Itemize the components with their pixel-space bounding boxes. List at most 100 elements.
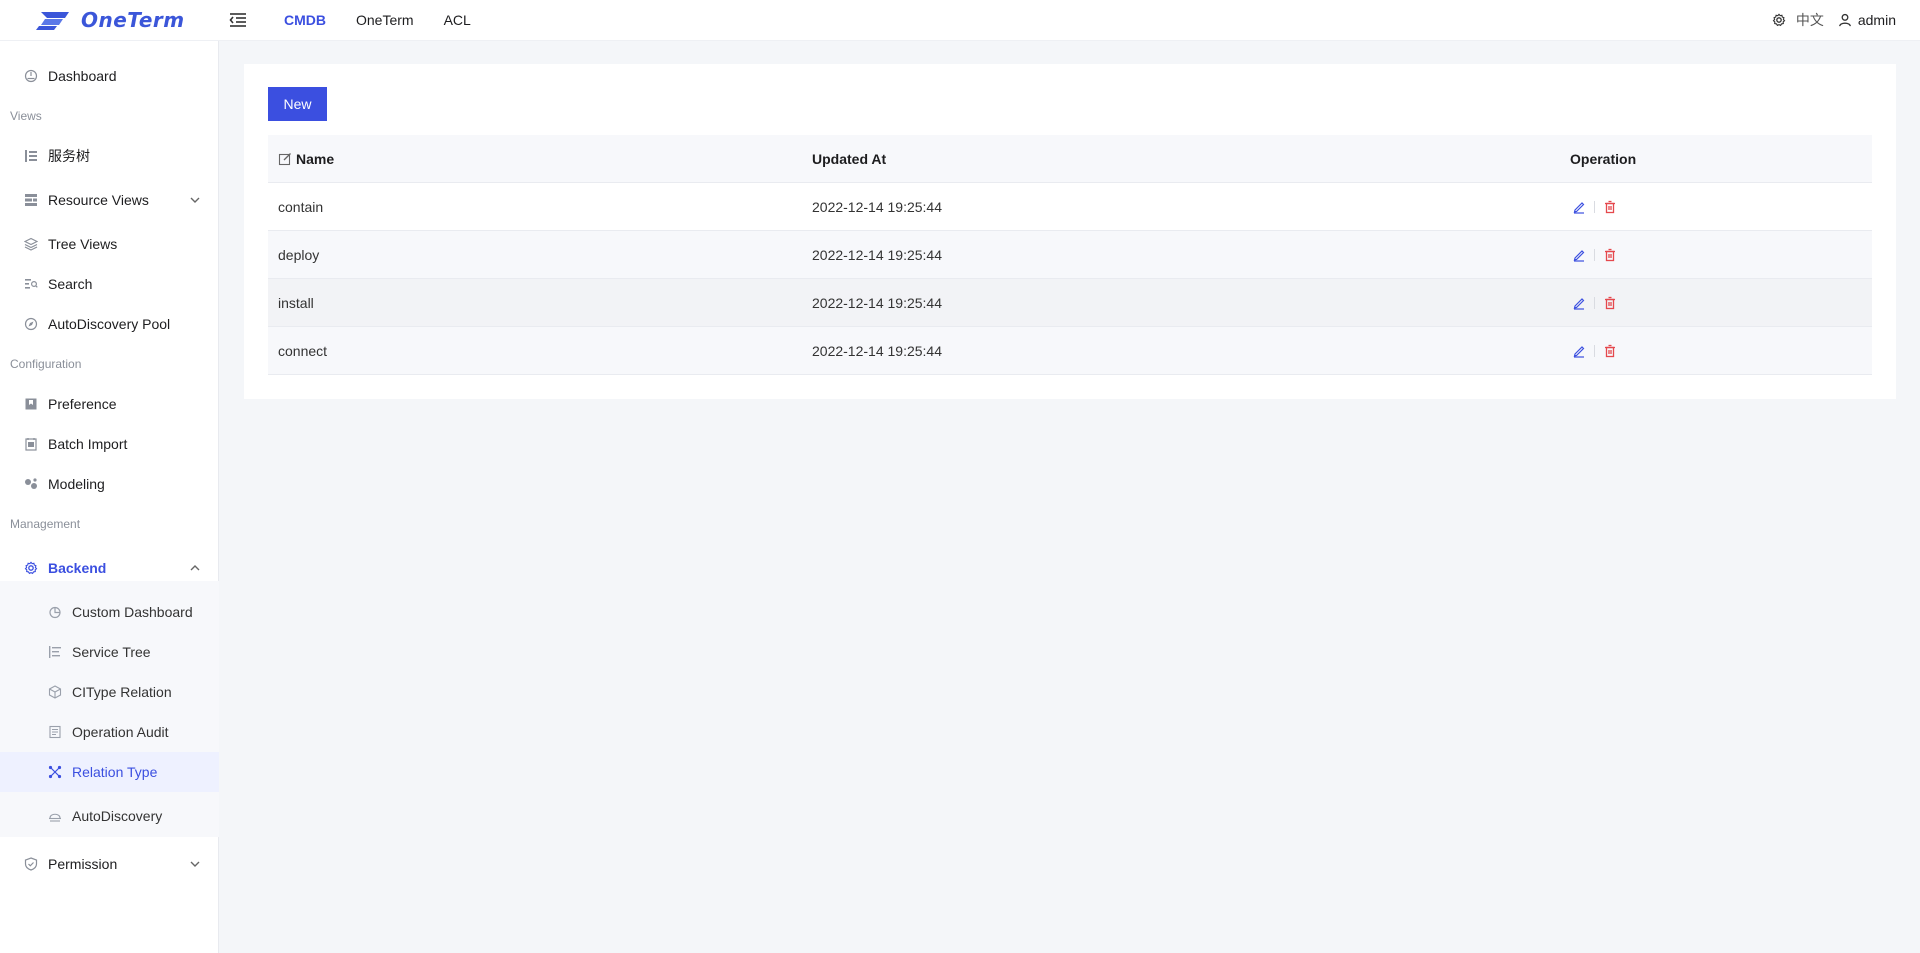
- column-header-updated-at: Updated At: [812, 151, 887, 167]
- tree-list-icon: [48, 645, 62, 659]
- menu-collapse-icon[interactable]: [228, 10, 248, 30]
- delete-icon[interactable]: [1603, 248, 1617, 262]
- chevron-up-icon: [190, 565, 200, 571]
- table-row: install 2022-12-14 19:25:44: [268, 279, 1872, 327]
- edit-icon[interactable]: [1572, 248, 1586, 262]
- search-list-icon: [24, 277, 38, 291]
- logo-text: OneTerm: [81, 8, 185, 32]
- sidebar-item-citype-relation[interactable]: CIType Relation: [0, 672, 219, 712]
- sidebar-item-label: Relation Type: [72, 764, 158, 780]
- group-title-configuration: Configuration: [10, 357, 82, 371]
- sidebar-item-label: Custom Dashboard: [72, 604, 193, 620]
- sidebar-item-label: Service Tree: [72, 644, 151, 660]
- chevron-down-icon: [190, 197, 200, 203]
- sidebar-item-label: AutoDiscovery: [72, 808, 163, 824]
- row-name: connect: [278, 343, 328, 359]
- sidebar-item-label: CIType Relation: [72, 684, 172, 700]
- delete-icon[interactable]: [1603, 200, 1617, 214]
- new-button[interactable]: New: [268, 87, 327, 121]
- modeling-icon: [24, 477, 38, 491]
- sidebar-item-custom-dashboard[interactable]: Custom Dashboard: [0, 592, 219, 632]
- sidebar-item-label: 服务树: [48, 148, 90, 164]
- sidebar-item-label: Modeling: [48, 476, 105, 492]
- sidebar-item-label: Resource Views: [48, 192, 149, 208]
- user-menu[interactable]: admin: [1838, 12, 1896, 28]
- sidebar-item-batch-import[interactable]: Batch Import: [0, 424, 219, 464]
- edit-icon[interactable]: [1572, 344, 1586, 358]
- row-updated-at: 2022-12-14 19:25:44: [812, 295, 942, 311]
- bookmark-icon: [24, 397, 38, 411]
- sidebar-item-tree-views[interactable]: Tree Views: [0, 224, 219, 264]
- resource-views-icon: [24, 193, 38, 207]
- row-name: deploy: [278, 247, 320, 263]
- row-operations: [1572, 231, 1617, 279]
- sidebar-item-autodiscovery-pool[interactable]: AutoDiscovery Pool: [0, 304, 219, 344]
- edit-icon[interactable]: [1572, 296, 1586, 310]
- relation-nodes-icon: [48, 765, 62, 779]
- topnav-cmdb[interactable]: CMDB: [284, 12, 326, 28]
- sidebar-item-service-tree-cn[interactable]: 服务树: [0, 136, 219, 176]
- shield-icon: [24, 857, 38, 871]
- sidebar-item-label: AutoDiscovery Pool: [48, 316, 171, 332]
- audit-document-icon: [48, 725, 62, 739]
- column-header-name[interactable]: Name: [278, 135, 334, 183]
- app-logo[interactable]: OneTerm: [0, 8, 219, 32]
- column-header-operation: Operation: [1570, 151, 1637, 167]
- sidebar-item-label: Operation Audit: [72, 724, 169, 740]
- header-actions: 中文 admin: [1772, 10, 1920, 30]
- sidebar-item-permission[interactable]: Permission: [0, 844, 219, 884]
- sidebar-item-autodiscovery[interactable]: AutoDiscovery: [0, 796, 219, 836]
- topnav-oneterm[interactable]: OneTerm: [356, 12, 414, 28]
- op-divider: [1594, 249, 1595, 261]
- sidebar-item-label: Search: [48, 276, 93, 292]
- sidebar-item-modeling[interactable]: Modeling: [0, 464, 219, 504]
- delete-icon[interactable]: [1603, 296, 1617, 310]
- dashboard-icon: [24, 69, 38, 83]
- top-header: OneTerm CMDB OneTerm ACL 中文 admin: [0, 0, 1920, 41]
- sidebar-item-service-tree[interactable]: Service Tree: [0, 632, 219, 672]
- row-name: contain: [278, 199, 324, 215]
- delete-icon[interactable]: [1603, 344, 1617, 358]
- edit-icon[interactable]: [1572, 200, 1586, 214]
- table-row: contain 2022-12-14 19:25:44: [268, 183, 1872, 231]
- group-title-management: Management: [10, 517, 81, 531]
- row-updated-at: 2022-12-14 19:25:44: [812, 199, 942, 215]
- user-icon: [1838, 13, 1851, 27]
- sidebar-item-relation-type[interactable]: Relation Type: [0, 752, 219, 792]
- sidebar-item-label: Backend: [48, 560, 107, 576]
- sidebar-item-label: Batch Import: [48, 436, 128, 452]
- relation-type-panel: New Name Updated At Operation contain 20…: [244, 64, 1896, 399]
- row-operations: [1572, 327, 1617, 375]
- op-divider: [1594, 201, 1595, 213]
- topnav-acl[interactable]: ACL: [444, 12, 471, 28]
- sidebar-item-preference[interactable]: Preference: [0, 384, 219, 424]
- sidebar-item-label: Dashboard: [48, 68, 117, 84]
- layers-icon: [24, 237, 38, 251]
- sidebar-item-label: Tree Views: [48, 236, 118, 252]
- table-header: Name Updated At Operation: [268, 135, 1872, 183]
- op-divider: [1594, 297, 1595, 309]
- tree-list-icon: [24, 149, 38, 163]
- autodiscovery-icon: [48, 809, 62, 823]
- row-updated-at: 2022-12-14 19:25:44: [812, 343, 942, 359]
- pie-chart-icon: [48, 605, 62, 619]
- relation-type-table: Name Updated At Operation contain 2022-1…: [268, 135, 1872, 375]
- language-switch[interactable]: 中文: [1796, 10, 1824, 30]
- sidebar-item-search[interactable]: Search: [0, 264, 219, 304]
- table-row: connect 2022-12-14 19:25:44: [268, 327, 1872, 375]
- sidebar: Dashboard Views 服务树 Resource Views Tree …: [0, 41, 219, 953]
- sidebar-item-label: Permission: [48, 856, 118, 872]
- username-label: admin: [1857, 12, 1896, 28]
- row-operations: [1572, 279, 1617, 327]
- import-icon: [24, 437, 38, 451]
- chevron-down-icon: [190, 861, 200, 867]
- table-row: deploy 2022-12-14 19:25:44: [268, 231, 1872, 279]
- sidebar-item-resource-views[interactable]: Resource Views: [0, 180, 219, 220]
- sidebar-item-label: Preference: [48, 396, 117, 412]
- compass-icon: [24, 317, 38, 331]
- op-divider: [1594, 345, 1595, 357]
- top-navigation: CMDB OneTerm ACL: [284, 12, 501, 28]
- sidebar-item-dashboard[interactable]: Dashboard: [0, 56, 219, 96]
- settings-gear-icon[interactable]: [1772, 13, 1786, 27]
- sidebar-item-operation-audit[interactable]: Operation Audit: [0, 712, 219, 752]
